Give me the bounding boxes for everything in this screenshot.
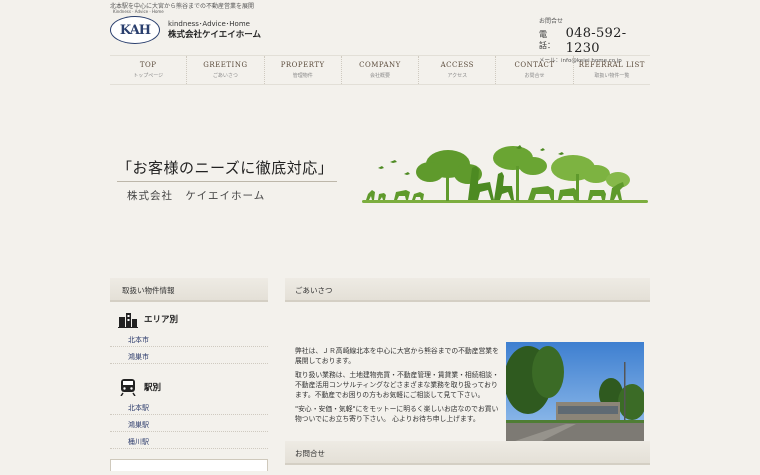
nav-label-jp: 取扱い物件一覧 <box>594 73 630 79</box>
greeting-text: 弊社は、ＪＲ高崎線北本を中心に大宮から熊谷までの不動産営業を展開しております。 … <box>295 346 501 428</box>
nav-item-referral-list[interactable]: REFERRAL LIST 取扱い物件一覧 <box>572 56 650 84</box>
logo-company-name: 株式会社ケイエイホーム <box>168 30 261 40</box>
hero-banner: 「お客様のニーズに徹底対応」 株式会社 ケイエイホーム <box>0 124 760 220</box>
logo-badge: Kindness · Advice · Home KAH <box>110 9 164 44</box>
sidebar-link-station[interactable]: 桶川駅 <box>110 432 268 449</box>
phone-prefix: 電話： <box>539 30 555 50</box>
store-photo <box>506 342 644 444</box>
sidebar-link-station[interactable]: 北本駅 <box>110 398 268 415</box>
greeting-body: 弊社は、ＪＲ高崎線北本を中心に大宮から熊谷までの不動産営業を展開しております。 … <box>285 302 650 444</box>
nav-item-access[interactable]: ACCESS アクセス <box>418 56 495 84</box>
nav-item-greeting[interactable]: GREETING ごあいさつ <box>186 56 263 84</box>
phone-number[interactable]: 048-592-1230 <box>566 26 659 56</box>
nav-item-contact[interactable]: CONTACT お問合せ <box>495 56 572 84</box>
greeting-paragraph: 弊社は、ＪＲ高崎線北本を中心に大宮から熊谷までの不動産営業を展開しております。 <box>295 347 499 365</box>
nav-label-jp: 会社概要 <box>369 73 390 79</box>
train-icon <box>120 379 136 396</box>
main-content: ごあいさつ 弊社は、ＪＲ高崎線北本を中心に大宮から熊谷までの不動産営業を展開して… <box>285 278 650 444</box>
contact-label: お問合せ <box>539 18 564 25</box>
sidebar-section-title-area: エリア別 <box>144 315 179 325</box>
nav-item-property[interactable]: PROPERTY 管理物件 <box>263 56 341 84</box>
nav-label-en: CONTACT <box>514 61 555 69</box>
nav-label-jp: ごあいさつ <box>212 73 238 79</box>
greeting-heading: ごあいさつ <box>285 278 650 302</box>
logo-badge-small-text: Kindness · Advice · Home <box>113 9 164 14</box>
nav-item-company[interactable]: COMPANY 会社概要 <box>340 56 418 84</box>
hero-headline: 「お客様のニーズに徹底対応」 <box>117 159 334 177</box>
nav-label-en: PROPERTY <box>280 61 325 69</box>
nav-label-jp: お問合せ <box>524 73 545 79</box>
hero-divider <box>117 181 337 182</box>
hero-company-name: 株式会社 ケイエイホーム <box>127 190 266 202</box>
sidebar-section-title-station: 駅別 <box>144 383 162 393</box>
greeting-paragraph: "安心・安価・気軽"にをモットーに明るく楽しいお店なのでお買い物ついでにお立ち寄… <box>295 405 499 423</box>
nav-label-en: TOP <box>139 61 157 69</box>
nav-label-en: ACCESS <box>440 61 474 69</box>
nav-label-jp: 管理物件 <box>292 73 313 79</box>
sidebar-link-station[interactable]: 鴻巣駅 <box>110 415 268 432</box>
greeting-paragraph: 取り扱い業務は、土地建物売買・不動産管理・賃貸業・相続相談・不動産活用コンサルテ… <box>295 371 499 399</box>
sidebar-link-area[interactable]: 鴻巣市 <box>110 347 268 364</box>
nav-label-jp: トップページ <box>133 73 164 79</box>
sidebar-section-station: 駅別 <box>110 376 268 398</box>
sidebar-title: 取扱い物件情報 <box>110 278 268 302</box>
phone-row: 電話： 048-592-1230 <box>539 26 659 56</box>
sidebar-banner-box <box>110 459 268 471</box>
nav-label-en: COMPANY <box>359 61 401 69</box>
animal-silhouette-illustration <box>362 145 648 203</box>
global-nav: TOP トップページ GREETING ごあいさつ PROPERTY 管理物件 COM… <box>110 55 650 85</box>
nav-item-top[interactable]: TOP トップページ <box>110 56 186 84</box>
nav-label-en: GREETING <box>203 61 248 69</box>
logo-badge-text: KAH <box>119 22 151 38</box>
sidebar-section-area: エリア別 <box>110 308 268 330</box>
building-icon <box>118 313 138 328</box>
sidebar: 取扱い物件情報 エリア別 北本市 鴻巣市 駅別 北本駅 鴻巣駅 桶川駅 <box>110 278 268 471</box>
contact-heading: お問合せ <box>285 441 650 465</box>
nav-label-jp: アクセス <box>447 73 468 79</box>
sidebar-link-area[interactable]: 北本市 <box>110 330 268 347</box>
site-logo[interactable]: Kindness · Advice · Home KAH kindness･Ad… <box>110 9 270 46</box>
nav-label-en: REFERRAL LIST <box>578 61 645 69</box>
